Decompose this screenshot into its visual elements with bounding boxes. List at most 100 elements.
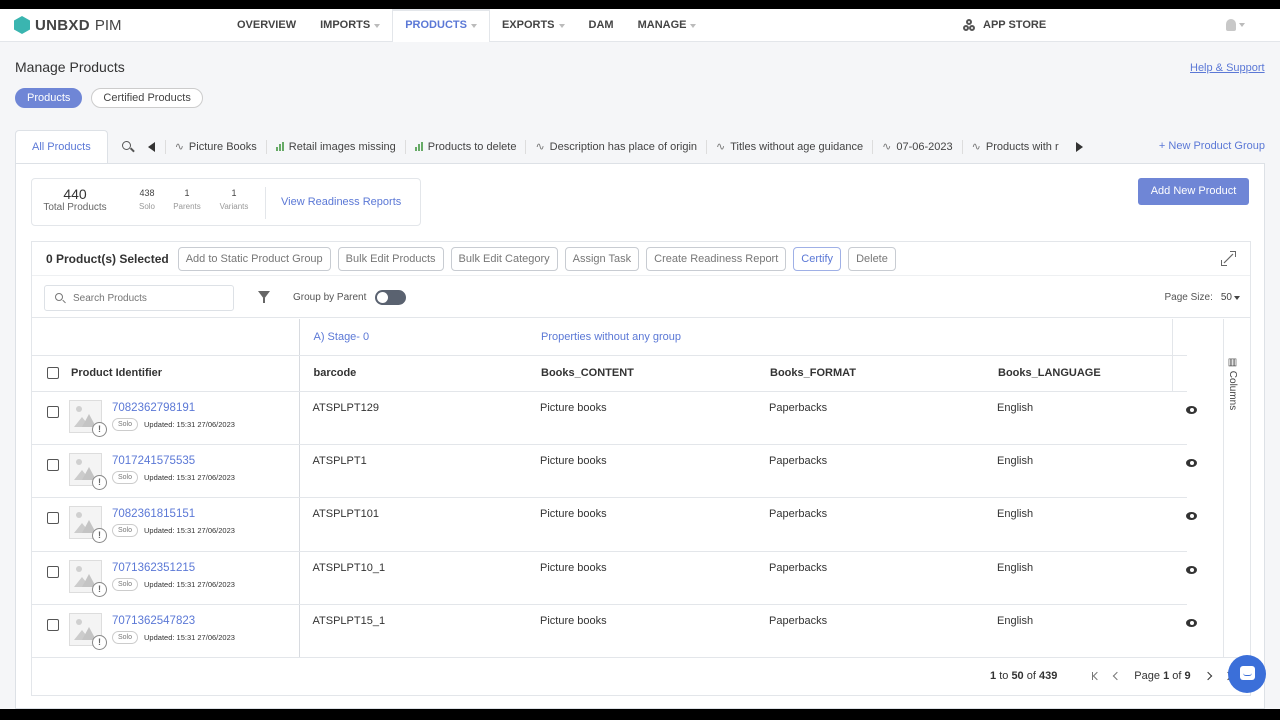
add-to-static-group-button[interactable]: Add to Static Product Group — [177, 246, 331, 271]
help-support-link[interactable]: Help & Support — [1190, 62, 1265, 74]
header-barcode[interactable]: barcode — [299, 355, 527, 392]
row-checkbox[interactable] — [47, 565, 59, 578]
tab-all-products[interactable]: All Products — [15, 130, 108, 163]
nav-overview[interactable]: OVERVIEW — [225, 9, 308, 42]
view-cell — [1172, 444, 1198, 499]
nav-exports[interactable]: EXPORTS — [490, 9, 577, 42]
updated-timestamp: Updated: 15:31 27/06/2023 — [144, 633, 235, 643]
page-size-select[interactable]: 50 — [1221, 292, 1240, 303]
filter-icon[interactable] — [258, 291, 270, 303]
logo[interactable]: UNBXD PIM — [14, 16, 122, 34]
eye-icon[interactable] — [1186, 405, 1198, 414]
range-from: 1 — [990, 670, 997, 682]
add-new-product-button[interactable]: Add New Product — [1138, 178, 1249, 205]
tab-description-origin[interactable]: ∿ Description has place of origin — [525, 139, 706, 154]
product-id-link[interactable]: 7071362547823 — [112, 615, 235, 627]
table-row[interactable]: ! 7071362351215 Solo Updated: 15:31 27/06… — [32, 551, 1198, 606]
row-checkbox[interactable] — [47, 512, 59, 525]
product-id-link[interactable]: 7082361815151 — [112, 508, 235, 520]
search-box[interactable] — [44, 285, 234, 311]
product-id-link[interactable]: 7082362798191 — [112, 402, 235, 414]
warning-icon: ! — [92, 528, 107, 544]
tab-products-with[interactable]: ∿ Products with r — [961, 139, 1068, 154]
products-pill[interactable]: Products — [15, 88, 83, 108]
certified-products-pill[interactable]: Certified Products — [91, 88, 203, 108]
pulse-icon: ∿ — [535, 139, 545, 153]
header-end-cell — [1171, 355, 1188, 392]
assign-task-button[interactable]: Assign Task — [564, 246, 640, 271]
app-store-icon — [963, 18, 977, 33]
product-id-cell: ! 7082361815151 Solo Updated: 15:31 27/06… — [32, 497, 300, 552]
brand-name: UNBXD — [35, 16, 90, 34]
nav-manage[interactable]: MANAGE — [626, 9, 709, 42]
warning-icon: ! — [92, 635, 107, 651]
tab-date-group[interactable]: ∿ 07-06-2023 — [872, 139, 962, 154]
stat-solo-value: 438 — [139, 188, 155, 198]
scroll-right-icon[interactable] — [1075, 141, 1083, 152]
page-title: Manage Products — [15, 59, 125, 75]
next-page-icon[interactable] — [1203, 671, 1212, 681]
scroll-left-icon[interactable] — [147, 141, 155, 152]
header-product-identifier[interactable]: Product Identifier — [32, 355, 300, 392]
nav-products[interactable]: PRODUCTS — [392, 9, 490, 42]
nav-overview-label: OVERVIEW — [237, 19, 297, 31]
row-range: 1 to 50 of 439 — [990, 670, 1057, 682]
table-row[interactable]: ! 7017241575535 Solo Updated: 15:31 27/06… — [32, 444, 1198, 499]
header-books-content[interactable]: Books_CONTENT — [527, 355, 756, 392]
image-placeholder-icon: ! — [69, 506, 107, 544]
row-checkbox[interactable] — [47, 458, 59, 471]
columns-panel-toggle[interactable]: ▥ Columns — [1223, 319, 1251, 657]
row-checkbox[interactable] — [47, 405, 59, 418]
eye-icon[interactable] — [1186, 565, 1198, 574]
eye-icon[interactable] — [1186, 458, 1198, 467]
expand-icon[interactable] — [1221, 251, 1236, 266]
product-id-link[interactable]: 7071362351215 — [112, 562, 235, 574]
user-menu[interactable] — [1226, 19, 1245, 31]
app-store-link[interactable]: APP STORE — [963, 9, 1046, 42]
delete-button[interactable]: Delete — [848, 246, 896, 271]
header-books-language[interactable]: Books_LANGUAGE — [984, 355, 1173, 392]
bulk-edit-products-button[interactable]: Bulk Edit Products — [337, 246, 444, 271]
nav-exports-label: EXPORTS — [501, 19, 555, 31]
range-to: 50 — [1011, 670, 1024, 682]
tab-titles-age-guidance[interactable]: ∿ Titles without age guidance — [706, 139, 872, 154]
previous-page-icon[interactable] — [1113, 671, 1122, 681]
tab-retail-images-missing[interactable]: Retail images missing — [265, 139, 405, 154]
tab-products-to-delete[interactable]: Products to delete — [404, 139, 526, 154]
group-by-parent-toggle[interactable] — [375, 290, 406, 305]
tab-label: Retail images missing — [288, 140, 396, 153]
certify-button[interactable]: Certify — [793, 246, 842, 271]
nav-imports[interactable]: IMPORTS — [308, 9, 392, 42]
select-all-checkbox[interactable] — [47, 367, 59, 379]
product-id-cell: ! 7071362351215 Solo Updated: 15:31 27/06… — [32, 551, 300, 606]
view-readiness-reports-link[interactable]: View Readiness Reports — [281, 196, 401, 208]
search-input[interactable] — [73, 290, 228, 307]
stat-total: 440 Total Products — [40, 186, 110, 213]
page-size: Page Size: 50 — [1165, 292, 1240, 303]
barcode-cell: ATSPLPT129 — [299, 391, 527, 445]
bulk-edit-category-button[interactable]: Bulk Edit Category — [450, 246, 558, 271]
first-page-icon[interactable] — [1092, 671, 1102, 681]
tab-label: 07-06-2023 — [896, 140, 953, 153]
chat-support-button[interactable] — [1228, 655, 1266, 693]
table-row[interactable]: ! 7082362798191 Solo Updated: 15:31 27/06… — [32, 391, 1198, 445]
stat-solo-label: Solo — [138, 202, 155, 211]
language-cell: English — [984, 497, 1173, 552]
create-readiness-report-button[interactable]: Create Readiness Report — [646, 246, 787, 271]
product-id-link[interactable]: 7017241575535 — [112, 455, 235, 467]
view-cell — [1172, 497, 1198, 552]
tab-picture-books[interactable]: ∿ Picture Books — [164, 139, 266, 154]
search-icon[interactable] — [118, 140, 142, 154]
warning-icon: ! — [92, 581, 107, 597]
row-checkbox[interactable] — [47, 619, 59, 632]
table-row[interactable]: ! 7082361815151 Solo Updated: 15:31 27/06… — [32, 497, 1198, 552]
view-cell — [1172, 551, 1198, 606]
nav-dam[interactable]: DAM — [577, 9, 626, 42]
app-store-label: APP STORE — [983, 19, 1047, 31]
new-product-group-button[interactable]: + New Product Group — [1159, 130, 1265, 163]
eye-icon[interactable] — [1186, 619, 1198, 628]
header-books-format[interactable]: Books_FORMAT — [756, 355, 984, 392]
table-row[interactable]: ! 7071362547823 Solo Updated: 15:31 27/06… — [32, 604, 1198, 659]
eye-icon[interactable] — [1186, 512, 1198, 521]
user-avatar-icon — [1226, 19, 1236, 31]
